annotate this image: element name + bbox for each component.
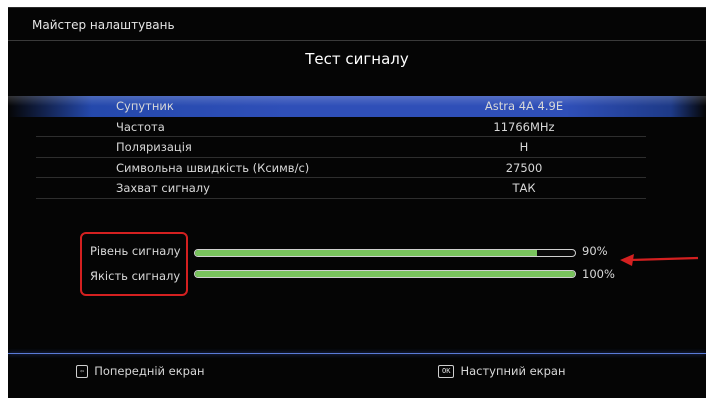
signal-quality-label: Якість сигналу <box>90 269 181 283</box>
next-screen-label: Наступний екран <box>460 364 566 378</box>
param-value: Astra 4A 4.9E <box>484 99 564 113</box>
param-row-polarization[interactable]: Поляризація H <box>8 137 706 158</box>
title-divider <box>8 40 706 41</box>
param-label: Супутник <box>116 99 174 113</box>
signal-level-bar <box>194 249 576 257</box>
param-label: Частота <box>116 119 165 134</box>
signal-level-fill <box>195 250 537 256</box>
signal-quality-percent: 100% <box>582 267 615 281</box>
param-value: ТАК <box>512 181 536 196</box>
param-label: Поляризація <box>116 140 192 155</box>
tv-screen: Майстер налаштувань Тест сигналу Супутни… <box>8 7 706 398</box>
prev-screen-button[interactable]: ⇦ Попередній екран <box>76 364 205 378</box>
param-label: Захват сигналу <box>116 181 210 196</box>
param-row-symbol-rate[interactable]: Символьна швидкість (Ксимв/с) 27500 <box>8 158 706 179</box>
param-value: H <box>519 140 529 155</box>
signal-quality-fill <box>195 271 575 277</box>
param-row-satellite[interactable]: Супутник Astra 4A 4.9E <box>8 96 706 117</box>
next-screen-button[interactable]: OK Наступний екран <box>438 364 566 378</box>
param-label: Символьна швидкість (Ксимв/с) <box>116 160 310 175</box>
meter-labels-highlight <box>80 232 188 296</box>
param-row-frequency[interactable]: Частота 11766MHz <box>8 117 706 138</box>
row-divider <box>36 197 646 199</box>
page-title: Тест сигналу <box>305 50 409 68</box>
wizard-title: Майстер налаштувань <box>32 18 175 32</box>
signal-quality-bar <box>194 270 576 278</box>
footer-divider <box>8 353 706 354</box>
param-value: 11766MHz <box>493 119 555 134</box>
signal-level-label: Рівень сигналу <box>90 244 181 258</box>
signal-level-percent: 90% <box>582 244 608 258</box>
signal-params-list: Супутник Astra 4A 4.9E Частота 11766MHz … <box>8 96 706 199</box>
param-value: 27500 <box>505 160 543 175</box>
left-arrow-icon <box>620 254 699 266</box>
back-key-icon: ⇦ <box>76 364 89 378</box>
param-row-signal-lock[interactable]: Захват сигналу ТАК <box>8 178 706 199</box>
prev-screen-label: Попередній екран <box>94 364 205 378</box>
ok-key-icon: OK <box>438 364 455 378</box>
